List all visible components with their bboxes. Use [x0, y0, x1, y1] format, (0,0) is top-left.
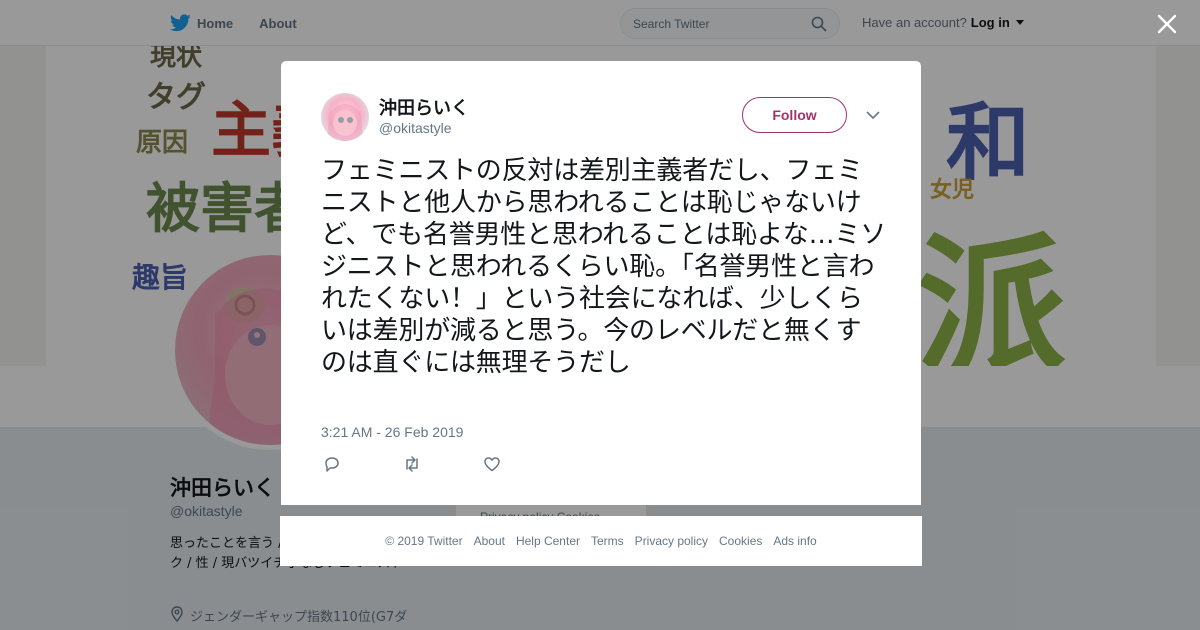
follow-button[interactable]: Follow [742, 97, 847, 133]
tweet-author-handle[interactable]: @okitastyle [379, 120, 452, 136]
avatar-illustration [327, 104, 363, 141]
tweet-actions [323, 455, 563, 475]
tweet-timestamp[interactable]: 3:21 AM - 26 Feb 2019 [321, 424, 463, 440]
retweet-button[interactable] [403, 455, 483, 475]
footer-copyright: © 2019 Twitter [385, 534, 463, 548]
modal-footer: © 2019 Twitter About Help Center Terms P… [280, 516, 922, 566]
reply-icon [325, 457, 339, 472]
reply-button[interactable] [323, 455, 403, 475]
footer-help-link[interactable]: Help Center [516, 534, 580, 548]
retweet-icon [406, 456, 418, 472]
footer-about-link[interactable]: About [474, 534, 505, 548]
chevron-down-icon[interactable] [866, 110, 880, 120]
tweet-author-avatar[interactable] [321, 93, 369, 141]
footer-cookies-link[interactable]: Cookies [719, 534, 762, 548]
tweet-modal: 沖田らいく @okitastyle Follow フェミニストの反対は差別主義者… [281, 61, 921, 505]
like-button[interactable] [483, 455, 563, 475]
close-icon[interactable] [1155, 12, 1179, 36]
like-icon [484, 457, 500, 472]
footer-ads-link[interactable]: Ads info [773, 534, 816, 548]
tweet-author-name[interactable]: 沖田らいく [379, 94, 469, 120]
tweet-text: フェミニストの反対は差別主義者だし、フェミニストと他人から思われることは恥じゃな… [321, 156, 887, 378]
footer-terms-link[interactable]: Terms [591, 534, 624, 548]
footer-privacy-link[interactable]: Privacy policy [635, 534, 708, 548]
